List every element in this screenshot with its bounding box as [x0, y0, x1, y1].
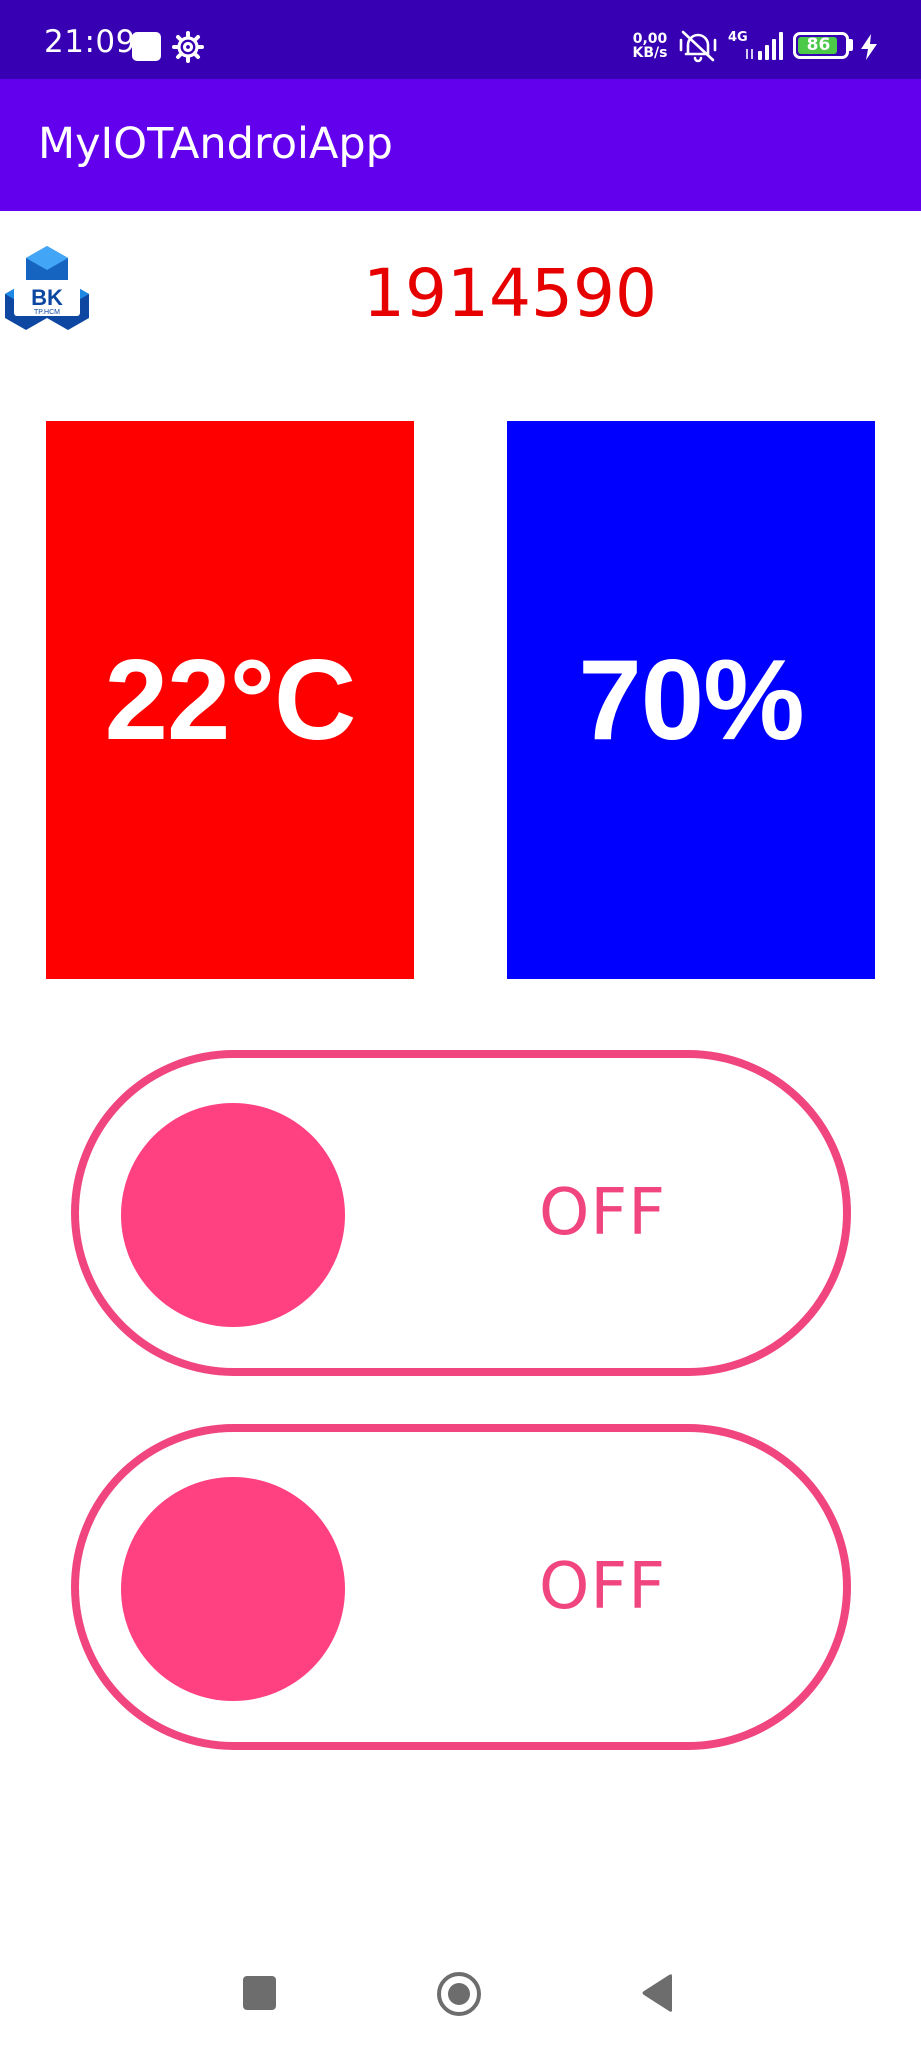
network-speed-value: 0,00: [632, 31, 668, 47]
network-speed-unit: KB/s: [632, 45, 668, 61]
signal-icon: [746, 32, 783, 60]
app-title: MyIOTAndroiApp: [38, 119, 393, 169]
app-bar: MyIOTAndroiApp: [0, 79, 921, 211]
network-speed: 0,00 KB/s: [630, 32, 670, 60]
notification-square-icon: [132, 32, 161, 61]
bk-logo: BK TP.HCM: [5, 246, 89, 330]
switch-knob[interactable]: [121, 1477, 345, 1701]
battery-cap: [849, 39, 853, 51]
humidity-tile: 70%: [507, 421, 875, 979]
vibrate-mute-icon: [679, 30, 717, 63]
system-nav-bar: [0, 1940, 921, 2048]
logo-subtext: TP.HCM: [34, 309, 60, 316]
status-bar: 21:09 0,00 KB/s 4G 86: [0, 0, 921, 79]
charging-bolt-icon: [861, 34, 877, 60]
student-id: 1914590: [363, 255, 657, 332]
switch-state-label: OFF: [539, 1176, 666, 1250]
battery-icon: 86: [793, 32, 849, 59]
device-switch-1[interactable]: OFF: [71, 1050, 851, 1376]
recent-apps-icon[interactable]: [243, 1976, 276, 2010]
home-icon[interactable]: [435, 1970, 483, 2018]
settings-gear-icon: [172, 31, 204, 63]
temperature-tile: 22°C: [46, 421, 414, 979]
temperature-value: 22°C: [104, 636, 357, 764]
switch-state-label: OFF: [539, 1550, 666, 1624]
battery-level: 86: [806, 35, 831, 55]
humidity-value: 70%: [578, 636, 804, 764]
device-switch-2[interactable]: OFF: [71, 1424, 851, 1750]
logo-text: BK: [31, 285, 63, 310]
switch-knob[interactable]: [121, 1103, 345, 1327]
back-icon[interactable]: [641, 1973, 675, 2013]
status-time: 21:09: [44, 24, 136, 60]
